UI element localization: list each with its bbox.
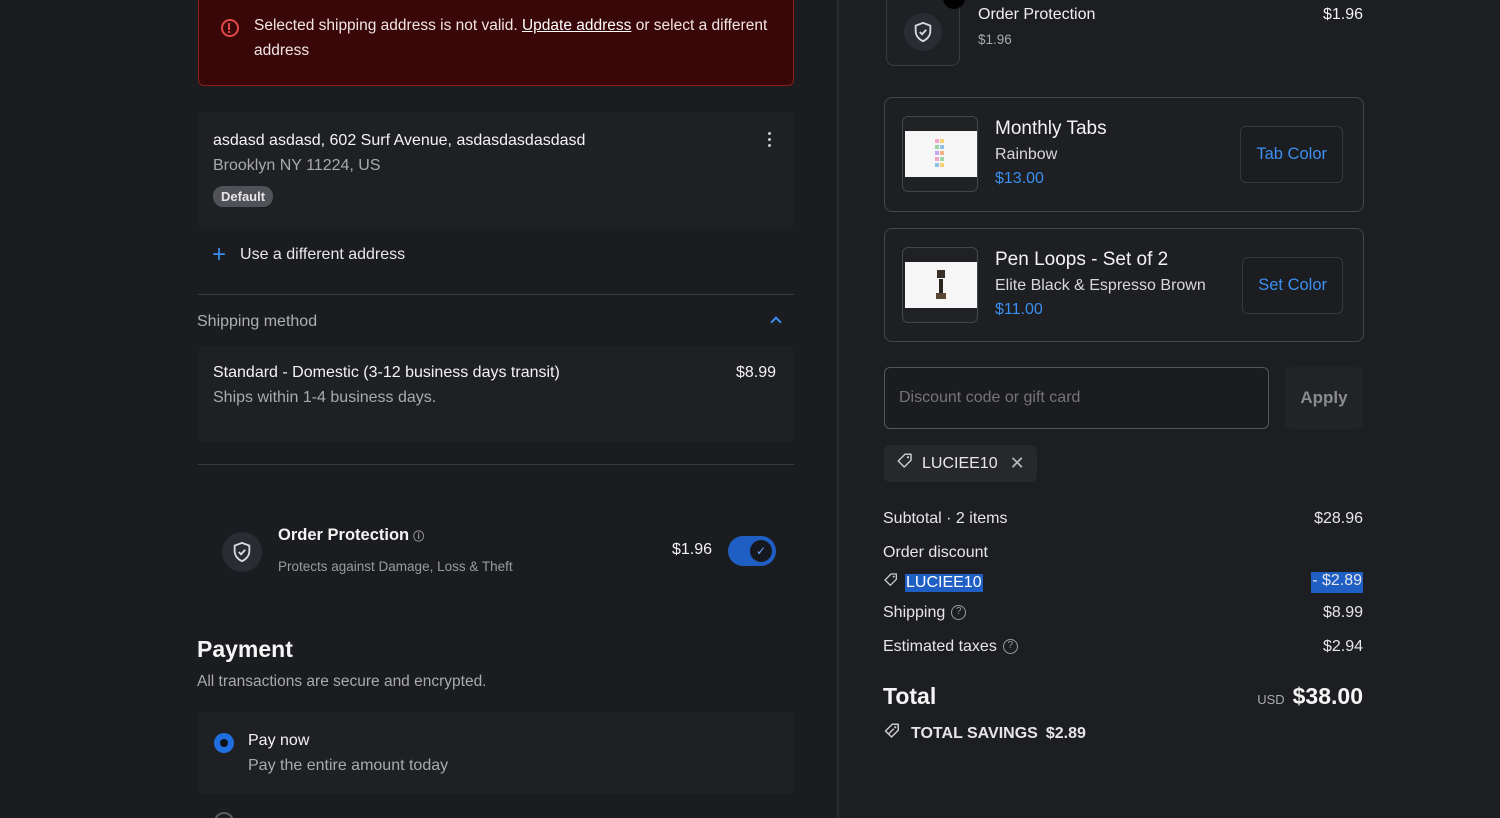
- divider: [198, 464, 794, 465]
- order-protection-toggle[interactable]: ✓: [728, 536, 776, 566]
- more-options-icon[interactable]: [768, 132, 772, 148]
- discount-code-row: LUCIEE10 - $2.89: [883, 572, 1363, 593]
- savings-label: TOTAL SAVINGS: [911, 724, 1038, 742]
- payment-subtitle: All transactions are secure and encrypte…: [197, 673, 487, 690]
- product-variant: Elite Black & Espresso Brown: [995, 277, 1206, 294]
- order-protection-row: Order Protection ⓘ Protects against Damag…: [222, 520, 778, 584]
- tab-color-button[interactable]: Tab Color: [1240, 126, 1343, 183]
- discount-code-input[interactable]: [884, 367, 1269, 429]
- radio-unselected[interactable]: [214, 812, 234, 818]
- help-icon[interactable]: ?: [951, 605, 967, 621]
- shipping-option-subtitle: Ships within 1-4 business days.: [213, 389, 437, 406]
- tag-icon: [883, 572, 899, 593]
- shipping-option-price: $8.99: [735, 364, 776, 381]
- apply-button[interactable]: Apply: [1285, 367, 1363, 429]
- payment-heading: Payment: [197, 636, 293, 662]
- product-price: $13.00: [995, 170, 1044, 187]
- alert-icon: [221, 19, 239, 37]
- savings-tag-icon: [883, 722, 903, 745]
- update-address-link[interactable]: Update address: [522, 17, 631, 34]
- product-card: Pen Loops - Set of 2 Elite Black & Espre…: [884, 228, 1364, 342]
- product-name: Pen Loops - Set of 2: [995, 249, 1169, 270]
- remove-code-icon[interactable]: ✕: [1010, 453, 1025, 474]
- product-name: Monthly Tabs: [995, 118, 1107, 139]
- use-different-address-button[interactable]: + Use a different address: [212, 241, 406, 268]
- taxes-value: $2.94: [1322, 638, 1363, 655]
- info-icon[interactable]: ⓘ: [413, 531, 424, 543]
- total-value: $38.00: [1292, 683, 1363, 709]
- product-card: Monthly Tabs Rainbow $13.00 Tab Color: [884, 97, 1364, 212]
- order-protection-price: $1.96: [672, 541, 713, 558]
- shipping-value: $8.99: [1322, 604, 1363, 621]
- shipping-label: Shipping: [883, 604, 946, 621]
- discount-code-line: LUCIEE10: [883, 572, 983, 593]
- discount-value: - $2.89: [1311, 572, 1363, 593]
- shipping-option-card[interactable]: Standard - Domestic (3-12 business days …: [198, 346, 794, 442]
- address-line-1: asdasd asdasd, 602 Surf Avenue, asdasdas…: [213, 132, 586, 149]
- order-protection-title-text: Order Protection: [278, 526, 410, 544]
- divider: [198, 294, 794, 295]
- tag-icon: [896, 452, 914, 475]
- shipping-row: Shipping? $8.99: [883, 604, 1363, 622]
- shipping-label-wrap: Shipping?: [883, 604, 967, 622]
- subtotal-row: Subtotal · 2 items $28.96: [883, 510, 1363, 528]
- saved-address-card[interactable]: asdasd asdasd, 602 Surf Avenue, asdasdas…: [198, 112, 794, 228]
- default-badge: Default: [213, 186, 274, 207]
- taxes-row: Estimated taxes? $2.94: [883, 638, 1363, 656]
- subtotal-value: $28.96: [1314, 510, 1363, 527]
- shipping-option-name: Standard - Domestic (3-12 business days …: [213, 364, 560, 381]
- pay-now-subtitle: Pay the entire amount today: [248, 757, 449, 774]
- protection-item-price: $1.96: [1322, 6, 1363, 23]
- product-price: $11.00: [995, 301, 1043, 318]
- protection-item-thumbnail: [886, 0, 965, 66]
- order-discount-label: Order discount: [883, 544, 988, 561]
- product-image: [902, 247, 978, 323]
- taxes-label-wrap: Estimated taxes?: [883, 638, 1018, 656]
- product-image: [902, 116, 978, 192]
- order-protection-title: Order Protection ⓘ: [278, 526, 424, 545]
- protection-item-subtitle: $1.96: [978, 32, 1012, 47]
- subtotal-label: Subtotal · 2 items: [883, 510, 1008, 527]
- pay-now-option[interactable]: Pay now Pay the entire amount today: [198, 712, 794, 794]
- applied-code-label: LUCIEE10: [922, 454, 998, 472]
- total-value-wrap: USD $38.00: [1257, 683, 1363, 710]
- shield-icon: [222, 532, 262, 572]
- use-different-address-label: Use a different address: [240, 246, 406, 263]
- pay-now-radio[interactable]: [214, 733, 234, 753]
- taxes-label: Estimated taxes: [883, 638, 997, 655]
- applied-discount-chip: LUCIEE10 ✕: [884, 445, 1037, 482]
- total-label: Total: [883, 683, 937, 709]
- pay-now-label: Pay now: [248, 732, 310, 749]
- help-icon[interactable]: ?: [1002, 639, 1018, 655]
- error-message: Selected shipping address is not valid. …: [254, 13, 774, 63]
- address-error-banner: Selected shipping address is not valid. …: [198, 0, 794, 86]
- address-line-2: Brooklyn NY 11224, US: [213, 157, 381, 174]
- savings-value: $2.89: [1045, 724, 1086, 742]
- currency-code: USD: [1257, 692, 1285, 707]
- protection-item-title: Order Protection: [978, 6, 1096, 23]
- check-icon: ✓: [750, 540, 772, 562]
- order-protection-subtitle: Protects against Damage, Loss & Theft: [278, 559, 513, 574]
- discount-code-name: LUCIEE10: [905, 573, 983, 592]
- total-savings: TOTAL SAVINGS $2.89: [883, 722, 1086, 745]
- product-variant: Rainbow: [995, 146, 1058, 163]
- set-color-button[interactable]: Set Color: [1242, 257, 1343, 314]
- shipping-method-heading: Shipping method: [197, 313, 318, 330]
- shield-icon: [904, 13, 942, 51]
- order-discount-row: Order discount: [883, 544, 1363, 562]
- next-payment-option-partial[interactable]: [212, 808, 472, 818]
- plus-icon: +: [212, 241, 227, 268]
- error-text-start: Selected shipping address is not valid.: [254, 17, 522, 34]
